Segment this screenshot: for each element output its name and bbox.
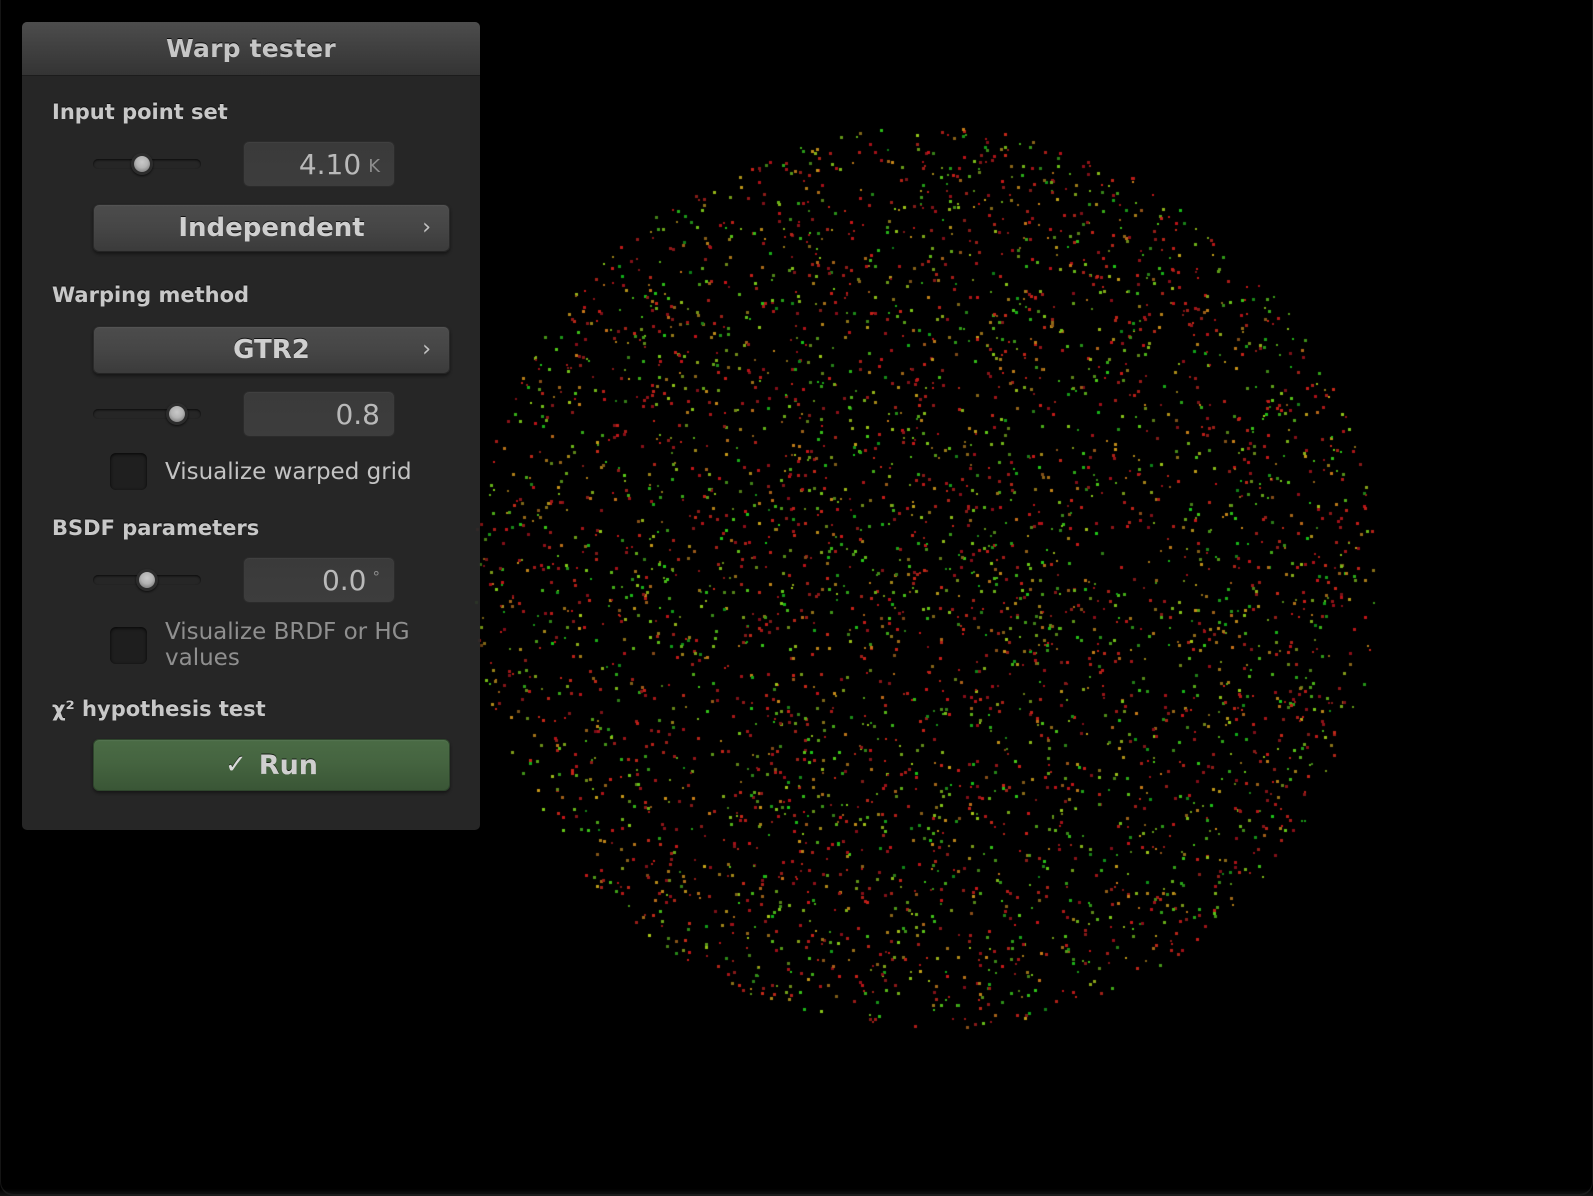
section-label-bsdf-parameters: BSDF parameters bbox=[52, 516, 260, 540]
warp-tester-panel: Warp tester Input point set 4.10 K Indep… bbox=[22, 22, 480, 830]
warping-parameter-value-box[interactable]: 0.8 bbox=[243, 391, 395, 437]
section-label-warping-method: Warping method bbox=[52, 283, 250, 307]
run-button-label: Run bbox=[258, 749, 319, 781]
visualize-brdf-checkbox-row[interactable]: Visualize BRDF or HG values bbox=[22, 619, 480, 671]
point-set-type-label: Independent bbox=[178, 213, 365, 243]
slider-knob[interactable] bbox=[136, 569, 158, 591]
slider-knob[interactable] bbox=[130, 153, 153, 175]
point-set-type-combo[interactable]: Independent › bbox=[93, 204, 450, 252]
bsdf-angle-value-box[interactable]: 0.0 ° bbox=[243, 557, 395, 603]
slider-knob[interactable] bbox=[166, 403, 189, 425]
section-label-chi2-hypothesis-test: χ² hypothesis test bbox=[52, 697, 266, 721]
visualize-warped-grid-label: Visualize warped grid bbox=[165, 458, 412, 485]
warp-tester-window: Warp tester Input point set 4.10 K Indep… bbox=[0, 0, 1593, 1196]
check-icon: ✓ bbox=[224, 750, 247, 780]
checkbox-icon[interactable] bbox=[110, 626, 147, 664]
warping-method-label: GTR2 bbox=[233, 335, 310, 365]
warping-parameter-slider-row: 0.8 bbox=[22, 391, 480, 437]
bsdf-angle-value: 0.0 bbox=[321, 563, 367, 597]
chevron-right-icon: › bbox=[422, 337, 431, 362]
warping-method-combo[interactable]: GTR2 › bbox=[93, 326, 450, 374]
point-count-slider[interactable] bbox=[93, 151, 201, 177]
checkbox-icon[interactable] bbox=[110, 453, 147, 490]
panel-title: Warp tester bbox=[166, 34, 336, 63]
panel-body: Input point set 4.10 K Independent › War… bbox=[22, 76, 480, 791]
panel-header[interactable]: Warp tester bbox=[22, 22, 480, 76]
status-strip bbox=[0, 1189, 1593, 1196]
point-count-value: 4.10 bbox=[298, 147, 362, 181]
point-count-value-box[interactable]: 4.10 K bbox=[243, 141, 395, 187]
input-point-set-slider-row: 4.10 K bbox=[22, 141, 480, 187]
section-label-input-point-set: Input point set bbox=[52, 100, 228, 124]
warping-parameter-value: 0.8 bbox=[335, 397, 380, 431]
chevron-right-icon: › bbox=[422, 215, 431, 240]
visualize-warped-grid-checkbox-row[interactable]: Visualize warped grid bbox=[22, 453, 480, 490]
bsdf-angle-slider[interactable] bbox=[93, 567, 201, 593]
bsdf-angle-unit: ° bbox=[372, 567, 381, 586]
visualize-brdf-label: Visualize BRDF or HG values bbox=[165, 619, 410, 671]
bsdf-angle-slider-row: 0.0 ° bbox=[22, 557, 480, 603]
point-count-unit: K bbox=[368, 156, 380, 177]
run-button[interactable]: ✓ Run bbox=[93, 739, 450, 791]
warping-parameter-slider[interactable] bbox=[93, 401, 201, 427]
